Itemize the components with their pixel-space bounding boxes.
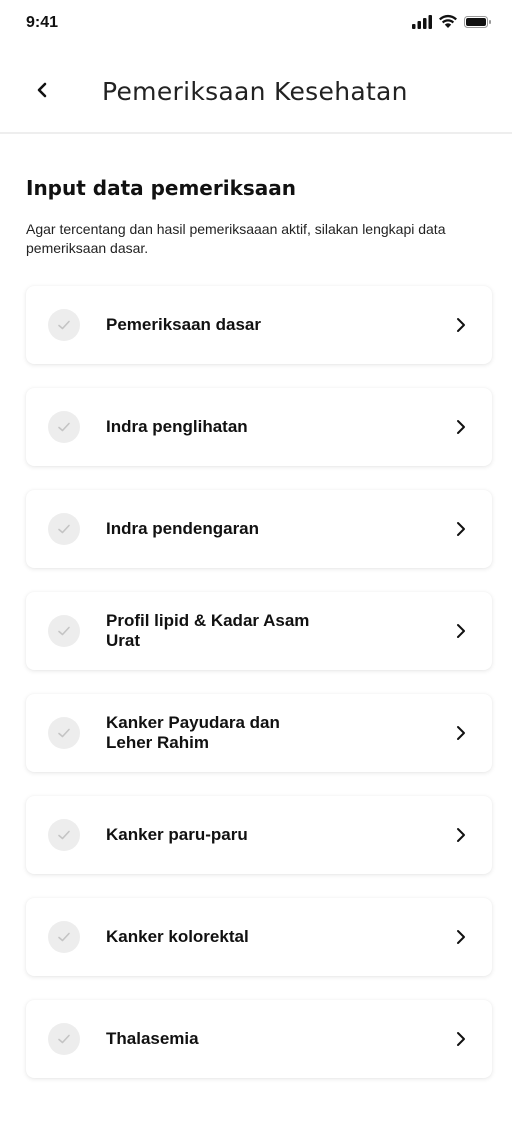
chevron-right-icon [454, 316, 468, 334]
list-item-kanker-paru[interactable]: Kanker paru-paru [26, 796, 492, 874]
page-title: Pemeriksaan Kesehatan [102, 77, 408, 106]
check-icon [48, 411, 80, 443]
status-icons [412, 14, 492, 34]
list-item-indra-pendengaran[interactable]: Indra pendengaran [26, 490, 492, 568]
chevron-left-icon [36, 82, 48, 103]
chevron-right-icon [454, 622, 468, 640]
list-item-kanker-payudara[interactable]: Kanker Payudara dan Leher Rahim [26, 694, 492, 772]
list-item-pemeriksaan-dasar[interactable]: Pemeriksaan dasar [26, 286, 492, 364]
check-icon [48, 1023, 80, 1055]
battery-icon [464, 15, 492, 34]
list-item-label: Kanker kolorektal [106, 927, 249, 946]
check-icon [48, 717, 80, 749]
list-item-label: Indra penglihatan [106, 417, 248, 436]
check-icon [48, 615, 80, 647]
list-item-label: Profil lipid & Kadar Asam Urat [106, 611, 310, 650]
app-header: Pemeriksaan Kesehatan [0, 50, 512, 134]
back-button[interactable] [26, 76, 58, 108]
list-item-label: Pemeriksaan dasar [106, 315, 261, 334]
status-bar: 9:41 [0, 0, 512, 50]
list-item-indra-penglihatan[interactable]: Indra penglihatan [26, 388, 492, 466]
check-icon [48, 921, 80, 953]
chevron-right-icon [454, 928, 468, 946]
check-icon [48, 819, 80, 851]
section-heading: Input data pemeriksaan [26, 176, 297, 200]
check-icon [48, 309, 80, 341]
check-icon [48, 513, 80, 545]
list-item-label: Kanker Payudara dan Leher Rahim [106, 713, 280, 752]
chevron-right-icon [454, 418, 468, 436]
chevron-right-icon [454, 520, 468, 538]
signal-icon [412, 14, 432, 34]
list-item-profil-lipid[interactable]: Profil lipid & Kadar Asam Urat [26, 592, 492, 670]
chevron-right-icon [454, 826, 468, 844]
list-item-label: Kanker paru-paru [106, 825, 248, 844]
chevron-right-icon [454, 1030, 468, 1048]
section-description: Agar tercentang dan hasil pemeriksaaan a… [26, 221, 446, 256]
chevron-right-icon [454, 724, 468, 742]
list-item-label: Indra pendengaran [106, 519, 260, 538]
list-item-thalasemia[interactable]: Thalasemia [26, 1000, 492, 1078]
status-time: 9:41 [26, 14, 59, 31]
wifi-icon [438, 14, 458, 34]
list-item-label: Thalasemia [106, 1029, 199, 1048]
list-item-kanker-kolorektal[interactable]: Kanker kolorektal [26, 898, 492, 976]
